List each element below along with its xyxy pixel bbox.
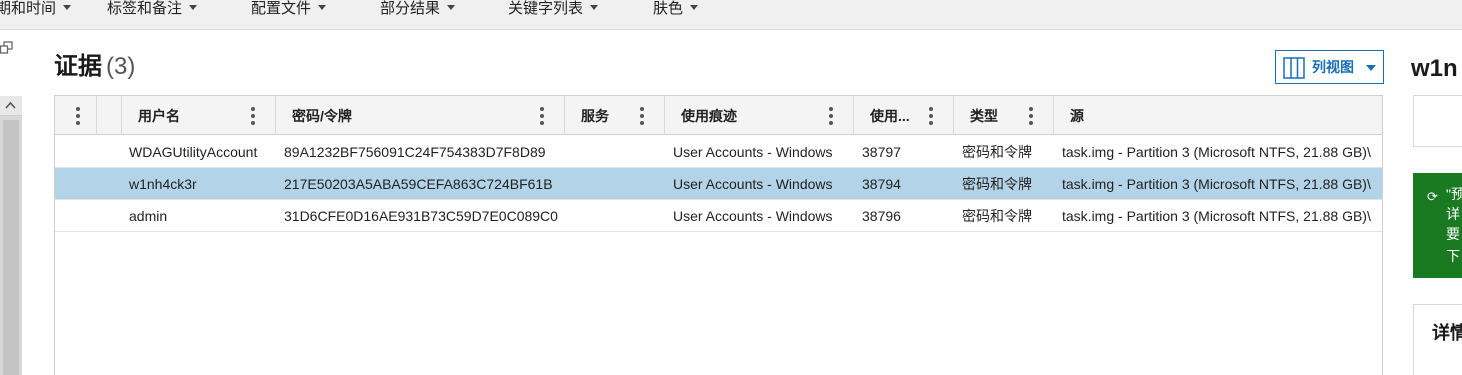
chevron-up-icon bbox=[5, 101, 16, 109]
menu-partial-results[interactable]: 部分结果 bbox=[380, 0, 456, 17]
cell-used: 38794 bbox=[862, 176, 901, 192]
top-menu-bar: 期和时间 标签和备注 配置文件 部分结果 关键字列表 肤色 bbox=[0, 0, 1462, 30]
menu-keyword-lists-label: 关键字列表 bbox=[508, 0, 584, 17]
detail-panel-box bbox=[1413, 95, 1462, 147]
column-header-label: 用户名 bbox=[138, 108, 180, 124]
kebab-menu-icon[interactable] bbox=[250, 107, 256, 125]
scrollbar-thumb[interactable] bbox=[3, 120, 19, 375]
menu-date-time-label: 期和时间 bbox=[0, 0, 57, 17]
menu-profiles-label: 配置文件 bbox=[251, 0, 312, 17]
cell-source: task.img - Partition 3 (Microsoft NTFS, … bbox=[1062, 176, 1371, 192]
kebab-menu-icon[interactable] bbox=[75, 107, 81, 125]
column-view-label: 列视图 bbox=[1312, 59, 1354, 75]
chevron-down-icon bbox=[189, 5, 198, 10]
table-row-selected[interactable]: w1nh4ck3r 217E50203A5ABA59CEFA863C724BF6… bbox=[55, 168, 1382, 200]
column-header-menu[interactable] bbox=[55, 96, 97, 135]
column-header-password[interactable]: 密码/令牌 bbox=[276, 96, 565, 135]
notice-banner: ⟳ "预 详 要 下 bbox=[1413, 173, 1462, 278]
cell-password: 89A1232BF756091C24F754383D7F8D89 bbox=[284, 144, 546, 160]
column-view-button[interactable]: 列视图 bbox=[1275, 50, 1384, 84]
detail-panel-title: w1n bbox=[1411, 55, 1458, 82]
chevron-down-icon bbox=[447, 5, 456, 10]
cell-source: task.img - Partition 3 (Microsoft NTFS, … bbox=[1062, 144, 1371, 160]
columns-icon bbox=[1283, 57, 1305, 79]
page-title-text: 证据 bbox=[54, 53, 102, 80]
cell-password: 31D6CFE0D16AE931B73C59D7E0C089C0 bbox=[284, 208, 558, 224]
column-header-used[interactable]: 使用... bbox=[854, 96, 954, 135]
cell-type: 密码和令牌 bbox=[962, 176, 1032, 192]
cell-username: w1nh4ck3r bbox=[129, 176, 197, 192]
menu-tags-notes-label: 标签和备注 bbox=[107, 0, 183, 17]
kebab-menu-icon[interactable] bbox=[539, 107, 545, 125]
page-title: 证据 (3) bbox=[54, 52, 135, 82]
cell-used: 38796 bbox=[862, 208, 901, 224]
menu-date-time[interactable]: 期和时间 bbox=[0, 0, 72, 17]
table-row[interactable]: admin 31D6CFE0D16AE931B73C59D7E0C089C0 U… bbox=[55, 200, 1382, 232]
menu-skin-tone-label: 肤色 bbox=[653, 0, 684, 17]
notice-line: 下 bbox=[1446, 248, 1460, 264]
notice-line: 详 bbox=[1446, 206, 1460, 222]
column-header-username[interactable]: 用户名 bbox=[122, 96, 276, 135]
notice-line: 要 bbox=[1446, 226, 1460, 242]
menu-keyword-lists[interactable]: 关键字列表 bbox=[508, 0, 599, 17]
column-header-service[interactable]: 服务 bbox=[565, 96, 665, 135]
cell-username: admin bbox=[129, 208, 168, 224]
kebab-menu-icon[interactable] bbox=[928, 107, 934, 125]
menu-partial-results-label: 部分结果 bbox=[380, 0, 441, 17]
kebab-menu-icon[interactable] bbox=[1028, 107, 1034, 125]
cell-usage: User Accounts - Windows bbox=[673, 176, 833, 192]
chevron-down-icon bbox=[1366, 65, 1376, 71]
evidence-table: 用户名 密码/令牌 服务 使用痕迹 使用... 类型 源 WDAGUtility… bbox=[54, 95, 1383, 375]
cell-used: 38797 bbox=[862, 144, 901, 160]
column-header-label: 源 bbox=[1070, 108, 1084, 124]
chevron-down-icon bbox=[63, 5, 72, 10]
cell-password: 217E50203A5ABA59CEFA863C724BF61B bbox=[284, 176, 553, 192]
column-header-label: 类型 bbox=[970, 108, 998, 124]
menu-tags-notes[interactable]: 标签和备注 bbox=[107, 0, 198, 17]
cell-type: 密码和令牌 bbox=[962, 144, 1032, 160]
cell-type: 密码和令牌 bbox=[962, 208, 1032, 224]
menu-skin-tone[interactable]: 肤色 bbox=[653, 0, 699, 17]
kebab-menu-icon[interactable] bbox=[828, 107, 834, 125]
restore-window-icon[interactable] bbox=[0, 41, 14, 55]
column-header-type[interactable]: 类型 bbox=[954, 96, 1054, 135]
loading-spinner-icon: ⟳ bbox=[1427, 189, 1438, 204]
kebab-menu-icon[interactable] bbox=[639, 107, 645, 125]
details-heading: 详情 bbox=[1432, 323, 1462, 343]
cell-source: task.img - Partition 3 (Microsoft NTFS, … bbox=[1062, 208, 1371, 224]
chevron-down-icon bbox=[690, 5, 699, 10]
chevron-down-icon bbox=[590, 5, 599, 10]
menu-profiles[interactable]: 配置文件 bbox=[251, 0, 327, 17]
column-header-label: 密码/令牌 bbox=[292, 108, 352, 124]
column-header-label: 使用痕迹 bbox=[681, 108, 737, 124]
table-header: 用户名 密码/令牌 服务 使用痕迹 使用... 类型 源 bbox=[55, 96, 1382, 135]
notice-line: "预 bbox=[1446, 186, 1462, 202]
table-row[interactable]: WDAGUtilityAccount 89A1232BF756091C24F75… bbox=[55, 136, 1382, 168]
column-header-label: 使用... bbox=[870, 108, 910, 124]
page-title-count: (3) bbox=[106, 53, 136, 80]
column-header-blank bbox=[97, 96, 122, 135]
column-header-usage-trace[interactable]: 使用痕迹 bbox=[665, 96, 854, 135]
cell-usage: User Accounts - Windows bbox=[673, 208, 833, 224]
chevron-down-icon bbox=[318, 5, 327, 10]
cell-usage: User Accounts - Windows bbox=[673, 144, 833, 160]
column-header-source[interactable]: 源 bbox=[1054, 96, 1382, 135]
cell-username: WDAGUtilityAccount bbox=[129, 144, 258, 160]
column-header-label: 服务 bbox=[581, 108, 609, 124]
scroll-up-button[interactable] bbox=[0, 96, 22, 116]
